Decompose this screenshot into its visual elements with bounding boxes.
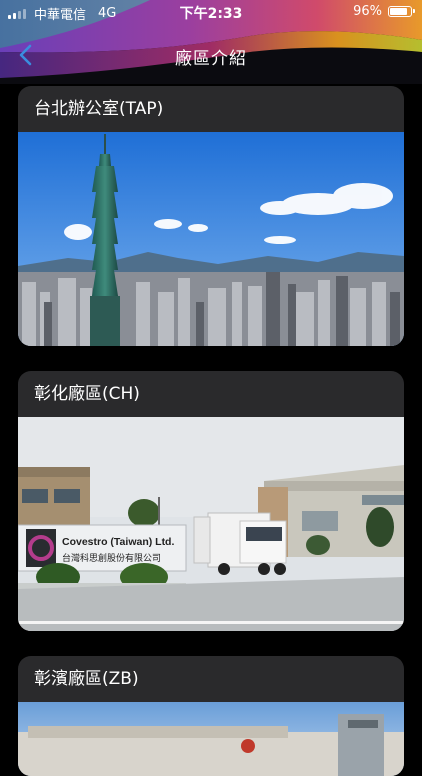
status-bar: 中華電信 4G 下午2:33 96%: [0, 0, 422, 24]
battery-icon: [388, 6, 415, 17]
nav-header: 中華電信 4G 下午2:33 96% 廠區介紹: [0, 0, 422, 84]
changbin-plant-photo: [18, 702, 404, 776]
site-card-ch[interactable]: 彰化廠區(CH) Covestro (Taiwan) Ltd. 台灣科思創股份有…: [18, 371, 404, 631]
taipei-skyline-photo: [18, 132, 404, 346]
changhua-plant-photo: Covestro (Taiwan) Ltd. 台灣科思創股份有限公司: [18, 417, 404, 631]
company-sign-en: Covestro (Taiwan) Ltd.: [62, 536, 174, 548]
site-card-zb[interactable]: 彰濱廠區(ZB): [18, 656, 404, 776]
page-title: 廠區介紹: [175, 49, 247, 69]
battery-percent: 96%: [353, 4, 382, 19]
battery-fill: [390, 8, 407, 15]
site-card-title: 彰濱廠區(ZB): [34, 669, 139, 689]
site-card-title: 彰化廠區(CH): [34, 384, 140, 404]
company-sign-zh: 台灣科思創股份有限公司: [62, 552, 161, 564]
status-right: 96%: [353, 4, 415, 19]
site-card-tap[interactable]: 台北辦公室(TAP): [18, 86, 404, 346]
site-card-title: 台北辦公室(TAP): [34, 99, 164, 119]
